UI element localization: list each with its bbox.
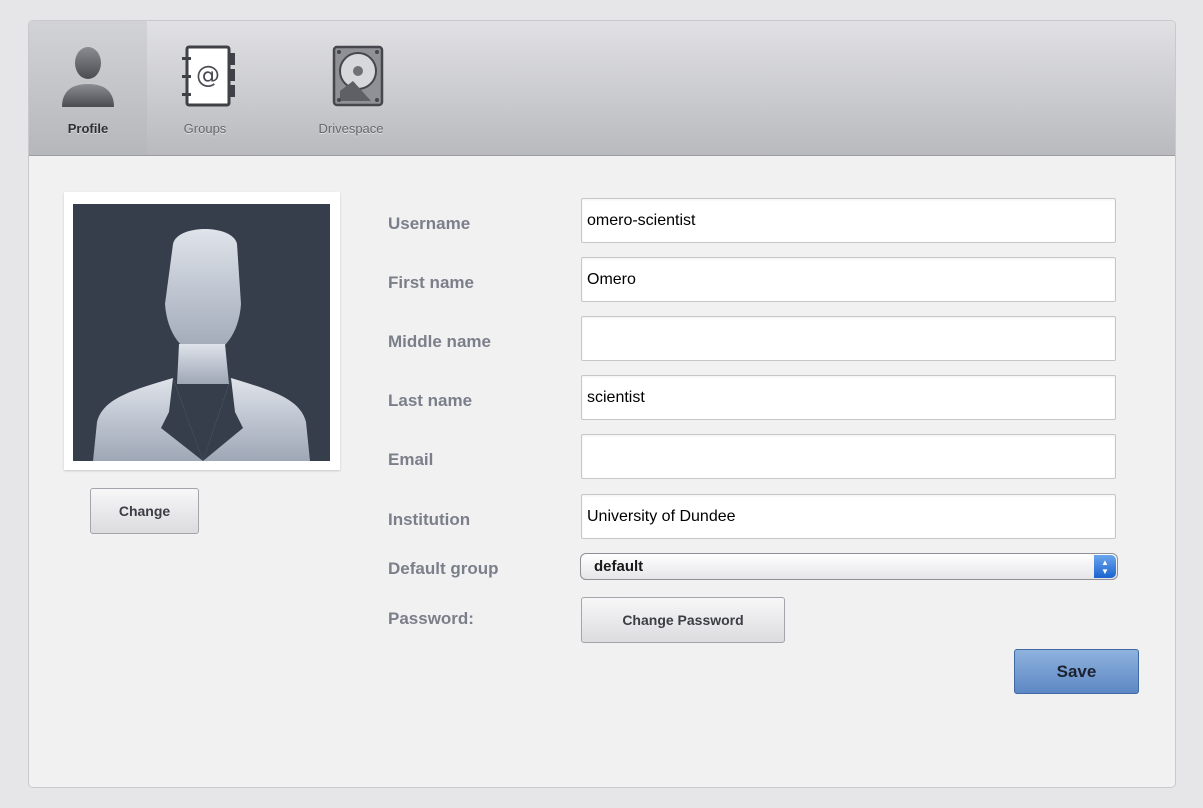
default-group-select[interactable]: default ▲ ▼ — [580, 553, 1118, 580]
profile-photo-frame — [64, 192, 340, 470]
last-name-label: Last name — [388, 391, 473, 410]
change-photo-button[interactable]: Change — [90, 488, 199, 534]
profile-photo — [73, 204, 330, 461]
tab-label: Drivespace — [318, 121, 384, 136]
email-field[interactable] — [581, 434, 1116, 479]
toolbar: Profile @ Groups Drivespace — [29, 21, 1175, 156]
email-label: Email — [388, 450, 434, 469]
person-icon — [58, 45, 118, 112]
tab-label: Groups — [183, 121, 227, 136]
middle-name-label: Middle name — [388, 332, 491, 351]
first-name-label: First name — [388, 273, 474, 292]
svg-text:@: @ — [196, 61, 220, 89]
password-label: Password: — [388, 609, 474, 628]
tab-label: Profile — [67, 121, 109, 136]
username-label: Username — [388, 214, 471, 233]
middle-name-field[interactable] — [581, 316, 1116, 361]
tab-profile[interactable]: Profile — [29, 21, 147, 155]
hard-drive-icon — [331, 45, 387, 114]
default-group-label: Default group — [388, 559, 499, 578]
save-button[interactable]: Save — [1014, 649, 1139, 694]
first-name-field[interactable] — [581, 257, 1116, 302]
tab-groups[interactable]: @ Groups — [147, 21, 263, 155]
username-field[interactable] — [581, 198, 1116, 243]
preferences-window: Profile @ Groups Drivespace Change Usern… — [28, 20, 1176, 788]
avatar-silhouette-icon — [93, 229, 310, 461]
institution-field[interactable] — [581, 494, 1116, 539]
last-name-field[interactable] — [581, 375, 1116, 420]
change-password-button[interactable]: Change Password — [581, 597, 785, 643]
address-book-icon: @ — [181, 45, 241, 114]
institution-label: Institution — [388, 510, 471, 529]
select-value: default — [594, 558, 644, 575]
tab-drivespace[interactable]: Drivespace — [290, 21, 412, 155]
select-arrows-icon: ▲ ▼ — [1094, 555, 1116, 578]
